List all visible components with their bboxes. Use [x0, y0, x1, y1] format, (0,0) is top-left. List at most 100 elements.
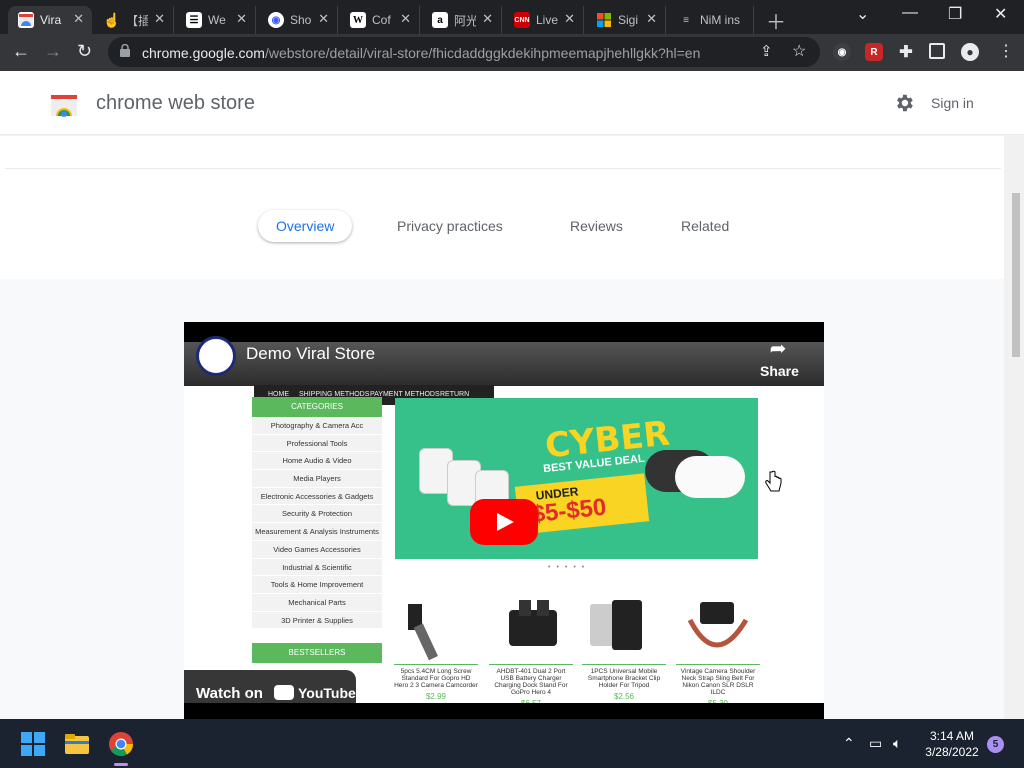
tab-title: Sho	[290, 13, 312, 27]
side-panel-icon[interactable]	[929, 43, 945, 59]
category-item: Home Audio & Video	[252, 452, 382, 471]
close-tab-icon[interactable]: ✕	[646, 11, 657, 27]
menu-dots-icon[interactable]: ⋮	[998, 41, 1014, 61]
tab-title: Live	[536, 13, 558, 27]
store-title[interactable]: chrome web store	[96, 92, 255, 115]
extension-r-icon[interactable]: R	[865, 43, 883, 61]
clock-time: 3:14 AM	[929, 729, 975, 743]
amazon-icon: a	[432, 12, 448, 28]
forward-icon[interactable]: →	[44, 41, 62, 62]
close-window-icon[interactable]: ✕	[994, 4, 1007, 24]
watch-on-label: Watch on	[196, 685, 263, 702]
share-button[interactable]: ➦ Share	[760, 336, 799, 379]
restore-icon[interactable]: ❐	[948, 4, 962, 24]
url-path: /webstore/detail/viral-store/fhicdaddggk…	[264, 45, 701, 61]
volume-icon[interactable]: 🔈︎	[893, 735, 901, 752]
puzzle-icon[interactable]: ✚	[897, 43, 915, 61]
tab-title: NiM ins	[700, 13, 741, 27]
detail-tabs: Overview Privacy practices Reviews Relat…	[0, 208, 1004, 244]
url-host: chrome.google.com	[142, 45, 265, 61]
tab-reviews[interactable]: Reviews	[570, 210, 623, 242]
network-icon[interactable]: ▭	[869, 735, 882, 752]
category-item: Security & Protection	[252, 505, 382, 524]
profile-icon[interactable]: ●	[961, 43, 979, 61]
show-hidden-icons-icon[interactable]: ⌃	[843, 735, 855, 752]
hand-cursor-icon	[765, 470, 782, 492]
play-button[interactable]	[470, 499, 538, 545]
youtube-label: YouTube	[298, 685, 356, 701]
close-tab-icon[interactable]: ✕	[564, 11, 575, 27]
category-item: Electronic Accessories & Gadgets	[252, 487, 382, 506]
system-clock[interactable]: 3:14 AM 3/28/2022	[920, 728, 984, 760]
grid-icon: ☰	[186, 12, 202, 28]
close-tab-icon[interactable]: ✕	[154, 11, 165, 27]
active-app-indicator	[114, 763, 128, 766]
tab-privacy-practices[interactable]: Privacy practices	[397, 210, 503, 242]
reload-icon[interactable]: ↻	[77, 41, 92, 62]
tab-search-icon[interactable]: ⌄	[856, 4, 869, 24]
file-explorer-icon[interactable]	[64, 731, 90, 757]
product-name: 5pcs 5.4CM Long Screw Standard For Gopro…	[394, 664, 478, 689]
browser-tab[interactable]: ◉ Sho ✕	[258, 6, 338, 34]
tab-title: 【插	[126, 13, 148, 28]
product-card: 5pcs 5.4CM Long Screw Standard For Gopro…	[394, 590, 478, 701]
scrollbar-thumb[interactable]	[1012, 193, 1020, 357]
close-tab-icon[interactable]: ✕	[236, 11, 247, 27]
categories-header: CATEGORIES	[252, 397, 382, 417]
tab-related[interactable]: Related	[681, 210, 729, 242]
chrome-web-store-logo[interactable]	[50, 89, 78, 117]
tab-overview[interactable]: Overview	[258, 210, 353, 242]
close-tab-icon[interactable]: ✕	[482, 11, 493, 27]
divider	[5, 168, 1001, 169]
scrollbar[interactable]	[1004, 136, 1024, 719]
channel-avatar[interactable]	[196, 336, 236, 376]
product-image	[676, 590, 760, 664]
tab-title: Sigi	[618, 13, 639, 27]
category-item: Media Players	[252, 470, 382, 488]
share-page-icon[interactable]: ⇪	[760, 42, 773, 60]
hand-icon: ☝	[103, 11, 121, 28]
browser-tab[interactable]: CNN Live ✕	[504, 6, 584, 34]
browser-tab-strip: Vira ✕ ☝ 【插 ✕ ☰ We ✕ ◉ Sho ✕ W Cof ✕ a 阿…	[0, 0, 1024, 34]
tab-title: We	[208, 13, 226, 27]
browser-tab[interactable]: a 阿光 ✕	[422, 6, 502, 34]
category-item: Photography & Camera Acc	[252, 417, 382, 435]
chrome-web-store-icon	[18, 12, 34, 28]
store-header: chrome web store Sign in	[0, 71, 1024, 135]
browser-tab[interactable]: ≡ NiM ins	[668, 6, 754, 34]
browser-tab[interactable]: W Cof ✕	[340, 6, 420, 34]
sign-in-link[interactable]: Sign in	[931, 95, 974, 111]
back-icon[interactable]: ←	[12, 41, 30, 62]
video-title[interactable]: Demo Viral Store	[246, 344, 375, 364]
bestsellers-header: BESTSELLERS	[252, 643, 382, 664]
extension-compass-icon[interactable]: ◉	[833, 43, 851, 61]
product-card: AHDBT-401 Dual 2 Port USB Battery Charge…	[489, 590, 573, 708]
close-tab-icon[interactable]: ✕	[73, 11, 84, 27]
tab-title: Vira	[40, 13, 62, 27]
browser-tab[interactable]: Vira ✕	[8, 6, 92, 34]
category-item: Professional Tools	[252, 434, 382, 453]
video-bottom-bar	[184, 703, 824, 720]
tab-title: Cof	[372, 13, 391, 27]
browser-tab[interactable]: ☰ We ✕	[176, 6, 256, 34]
browser-tab[interactable]: Sigi ✕	[586, 6, 666, 34]
category-item: 3D Printer & Supplies	[252, 611, 382, 630]
new-tab-icon[interactable]: ＋	[766, 6, 786, 35]
browser-tab[interactable]: ☝ 【插 ✕	[94, 6, 174, 34]
chrome-taskbar-icon[interactable]	[108, 731, 134, 757]
close-tab-icon[interactable]: ✕	[318, 11, 329, 27]
product-name: AHDBT-401 Dual 2 Port USB Battery Charge…	[489, 664, 573, 696]
cnn-icon: CNN	[514, 12, 530, 28]
video-player[interactable]: HOME SHIPPING METHODS PAYMENT METHODS RE…	[184, 322, 824, 720]
url-text: chrome.google.com/webstore/detail/viral-…	[142, 45, 700, 61]
notification-badge[interactable]: 5	[987, 736, 1004, 753]
bookmark-star-icon[interactable]: ☆	[792, 41, 806, 61]
wikipedia-icon: W	[350, 12, 366, 28]
address-bar[interactable]: chrome.google.com/webstore/detail/viral-…	[108, 37, 820, 67]
carousel-dots: •••••	[548, 564, 591, 571]
close-tab-icon[interactable]: ✕	[400, 11, 411, 27]
windows-start-icon[interactable]	[20, 731, 46, 757]
gear-icon[interactable]	[893, 92, 915, 114]
minimize-icon[interactable]: —	[902, 4, 918, 22]
tab-title: 阿光	[454, 13, 476, 28]
